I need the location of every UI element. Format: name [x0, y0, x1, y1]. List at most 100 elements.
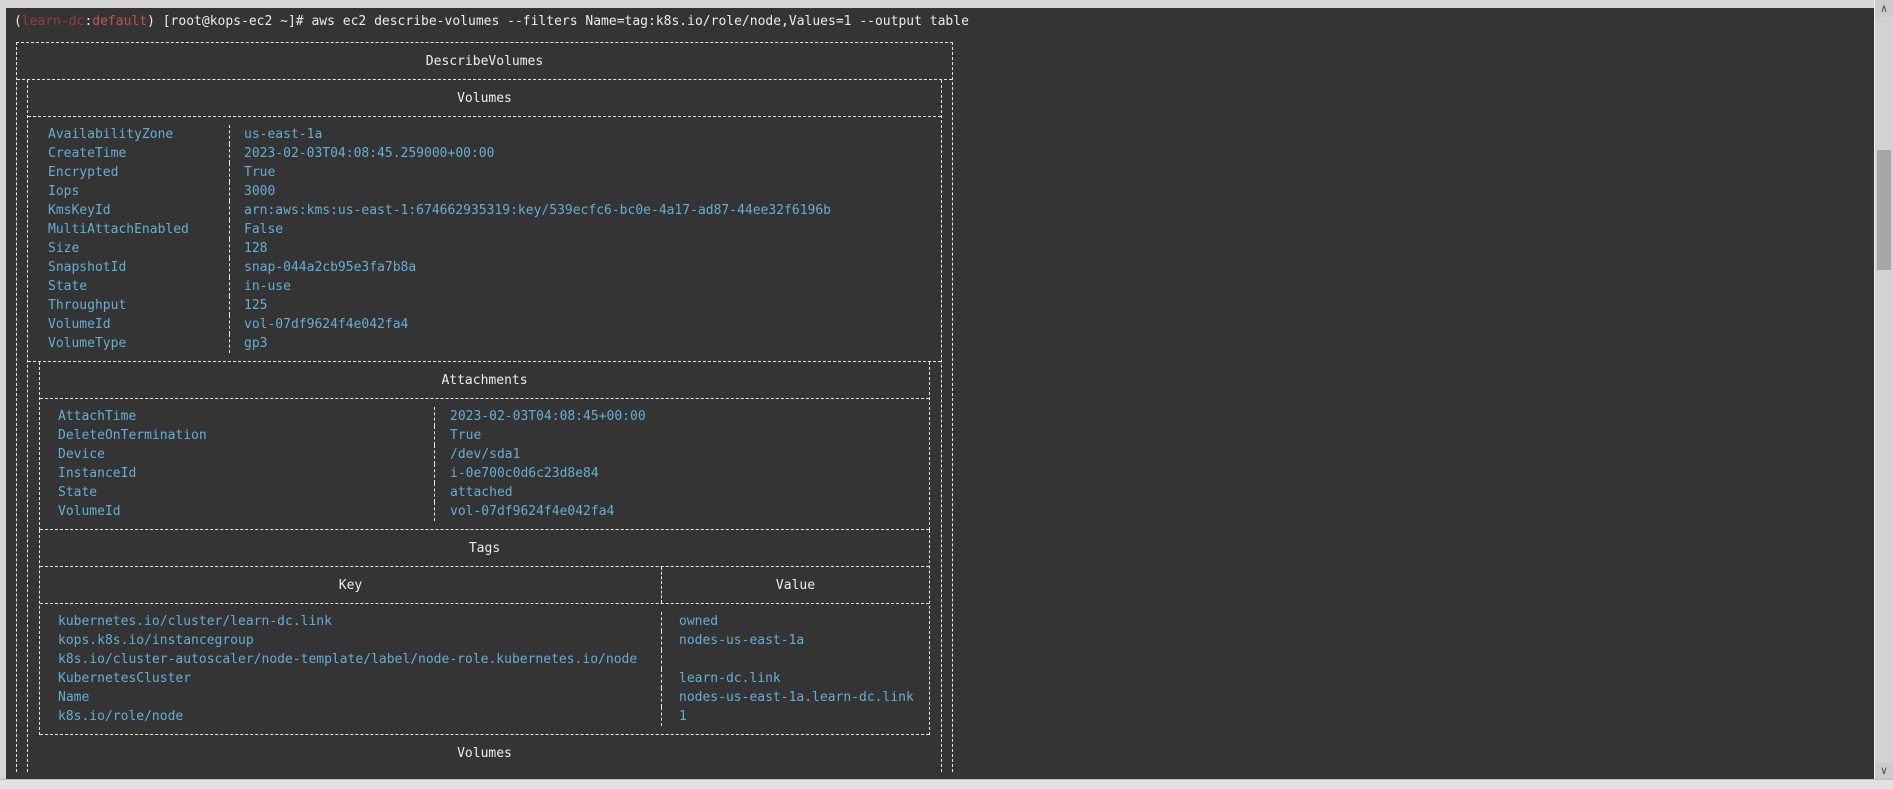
- page: (learn-dc:default) [root@kops-ec2 ~]# aw…: [0, 0, 1893, 789]
- chevron-up-icon: ∧: [1880, 2, 1888, 15]
- volume-fields: AvailabilityZone us-east-1a CreateTime 2…: [28, 117, 941, 362]
- field-key: State: [58, 485, 98, 500]
- table-row: InstanceId i-0e700c0d6c23d8e84: [40, 464, 929, 483]
- field-key: VolumeId: [48, 317, 111, 332]
- field-key: Device: [58, 447, 105, 462]
- table-row: kubernetes.io/cluster/learn-dc.link owne…: [40, 612, 929, 631]
- describe-volumes-table: DescribeVolumes Volumes AvailabilityZone…: [16, 42, 953, 772]
- table-row: State in-use: [28, 277, 941, 296]
- field-value: True: [229, 163, 941, 182]
- table-row: k8s.io/cluster-autoscaler/node-template/…: [40, 650, 929, 669]
- tags-header-row: Key Value: [40, 567, 929, 604]
- scrollbar-down-button[interactable]: ∨: [1875, 762, 1893, 779]
- table-row: Throughput 125: [28, 296, 941, 315]
- volumes-record: Volumes AvailabilityZone us-east-1a Crea…: [27, 80, 942, 772]
- field-key: Encrypted: [48, 165, 119, 180]
- field-key: KmsKeyId: [48, 203, 111, 218]
- field-value: 2023-02-03T04:08:45.259000+00:00: [229, 144, 941, 163]
- field-key: Name: [58, 690, 90, 705]
- table-row: k8s.io/role/node 1: [40, 707, 929, 726]
- scrollbar-up-button[interactable]: ∧: [1875, 0, 1893, 17]
- next-volumes-section-title: Volumes: [457, 746, 512, 761]
- field-value: vol-07df9624f4e042fa4: [229, 315, 941, 334]
- table-row: KubernetesCluster learn-dc.link: [40, 669, 929, 688]
- table-row: AttachTime 2023-02-03T04:08:45+00:00: [40, 407, 929, 426]
- field-value: nodes-us-east-1a: [661, 631, 929, 650]
- field-value: 1: [661, 707, 929, 726]
- table-row: DeleteOnTermination True: [40, 426, 929, 445]
- table-row: VolumeType gp3: [28, 334, 941, 353]
- field-value: 125: [229, 296, 941, 315]
- field-value: 3000: [229, 182, 941, 201]
- field-key: Throughput: [48, 298, 127, 313]
- field-value: False: [229, 220, 941, 239]
- field-value: nodes-us-east-1a.learn-dc.link: [661, 688, 929, 707]
- tags-section: Tags Key Value kubernetes.io/cluster/lea…: [39, 530, 930, 735]
- table-row: State attached: [40, 483, 929, 502]
- field-key: SnapshotId: [48, 260, 127, 275]
- field-key: kubernetes.io/cluster/learn-dc.link: [58, 614, 332, 629]
- attachments-section-title: Attachments: [40, 362, 929, 399]
- table-row: Size 128: [28, 239, 941, 258]
- field-key: VolumeType: [48, 336, 127, 351]
- field-value: 2023-02-03T04:08:45+00:00: [434, 407, 929, 426]
- field-value: /dev/sda1: [434, 445, 929, 464]
- table-row: SnapshotId snap-044a2cb95e3fa7b8a: [28, 258, 941, 277]
- prompt-line: (learn-dc:default) [root@kops-ec2 ~]# aw…: [14, 12, 1874, 31]
- prompt-user-host: [root@kops-ec2 ~]#: [162, 14, 312, 29]
- table-row: Encrypted True: [28, 163, 941, 182]
- field-value: vol-07df9624f4e042fa4: [434, 502, 929, 521]
- table-row: MultiAttachEnabled False: [28, 220, 941, 239]
- field-value: attached: [434, 483, 929, 502]
- volumes-section-title: Volumes: [28, 80, 941, 117]
- field-key: kops.k8s.io/instancegroup: [58, 633, 254, 648]
- vertical-scrollbar[interactable]: ∧ ∨: [1874, 0, 1893, 779]
- command-text: aws ec2 describe-volumes --filters Name=…: [311, 14, 969, 29]
- table-row: Name nodes-us-east-1a.learn-dc.link: [40, 688, 929, 707]
- table-row: Iops 3000: [28, 182, 941, 201]
- field-key: InstanceId: [58, 466, 137, 481]
- table-title: DescribeVolumes: [17, 43, 952, 80]
- field-value: us-east-1a: [229, 125, 941, 144]
- field-value: i-0e700c0d6c23d8e84: [434, 464, 929, 483]
- tags-section-title: Tags: [40, 530, 929, 567]
- tags-key-header: Key: [338, 577, 363, 593]
- field-value: True: [434, 426, 929, 445]
- field-key: k8s.io/role/node: [58, 709, 184, 724]
- table-row: kops.k8s.io/instancegroup nodes-us-east-…: [40, 631, 929, 650]
- chevron-down-icon: ∨: [1880, 764, 1888, 777]
- prompt-close-paren: ): [147, 14, 163, 29]
- field-key: DeleteOnTermination: [58, 428, 207, 443]
- field-value: snap-044a2cb95e3fa7b8a: [229, 258, 941, 277]
- field-key: MultiAttachEnabled: [48, 222, 189, 237]
- terminal[interactable]: (learn-dc:default) [root@kops-ec2 ~]# aw…: [6, 8, 1874, 779]
- field-value: [661, 650, 929, 669]
- field-value: owned: [661, 612, 929, 631]
- table-row: VolumeId vol-07df9624f4e042fa4: [28, 315, 941, 334]
- field-key: AttachTime: [58, 409, 137, 424]
- tag-rows: kubernetes.io/cluster/learn-dc.link owne…: [40, 604, 929, 735]
- field-key: VolumeId: [58, 504, 121, 519]
- table-row: KmsKeyId arn:aws:kms:us-east-1:674662935…: [28, 201, 941, 220]
- field-key: k8s.io/cluster-autoscaler/node-template/…: [58, 652, 638, 667]
- field-value: 128: [229, 239, 941, 258]
- attachments-section: Attachments AttachTime 2023-02-03T04:08:…: [39, 362, 930, 530]
- field-value: in-use: [229, 277, 941, 296]
- table-row: AvailabilityZone us-east-1a: [28, 125, 941, 144]
- field-key: AvailabilityZone: [48, 127, 174, 142]
- field-value: learn-dc.link: [661, 669, 929, 688]
- table-row: Device /dev/sda1: [40, 445, 929, 464]
- bottom-edge: [0, 779, 1893, 789]
- field-key: KubernetesCluster: [58, 671, 192, 686]
- tags-value-header: Value: [661, 567, 929, 603]
- table-row: VolumeId vol-07df9624f4e042fa4: [40, 502, 929, 521]
- field-key: State: [48, 279, 88, 294]
- scrollbar-thumb[interactable]: [1877, 150, 1891, 270]
- field-value: arn:aws:kms:us-east-1:674662935319:key/5…: [229, 201, 941, 220]
- attachment-fields: AttachTime 2023-02-03T04:08:45+00:00 Del…: [40, 399, 929, 530]
- table-row: CreateTime 2023-02-03T04:08:45.259000+00…: [28, 144, 941, 163]
- field-key: Iops: [48, 184, 80, 199]
- prompt-context: learn-dc: [21, 14, 85, 29]
- field-value: gp3: [229, 334, 941, 353]
- field-key: CreateTime: [48, 146, 127, 161]
